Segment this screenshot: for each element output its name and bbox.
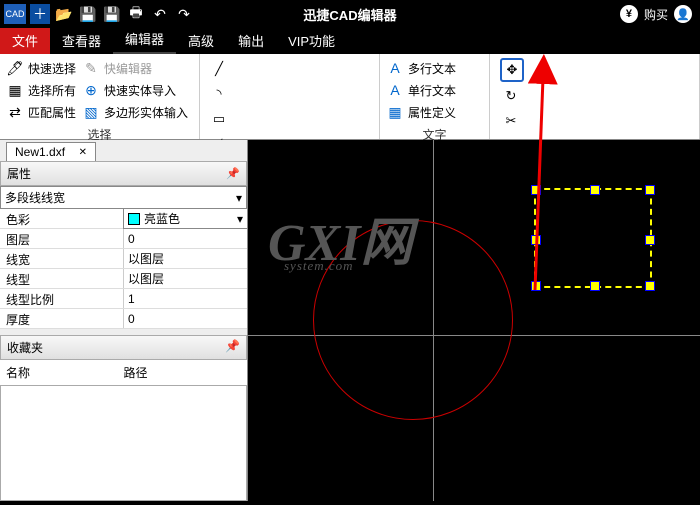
match-icon: ⇄	[6, 103, 24, 121]
stext-button[interactable]: A单行文本	[384, 80, 485, 100]
attdef-button[interactable]: ▦属性定义	[384, 102, 485, 122]
print-icon[interactable]: 🖶	[126, 4, 146, 24]
fav-col-path: 路径	[124, 364, 242, 381]
poly-icon: ▧	[82, 103, 100, 121]
redo-icon[interactable]: ↷	[174, 4, 194, 24]
props-panel-header: 属性 📌	[0, 161, 247, 186]
prop-val-lw[interactable]: 以图层	[124, 249, 247, 268]
currency-icon[interactable]: ¥	[620, 5, 638, 23]
workspace: New1.dxf ✕ 属性 📌 多段线线宽 ▾ 色彩 亮蓝色 ▾ 图层 0	[0, 140, 700, 501]
mtext-icon: A	[386, 59, 404, 77]
new-icon[interactable]: ＋	[30, 4, 50, 24]
save-icon[interactable]: 💾	[78, 4, 98, 24]
prop-val-lt[interactable]: 以图层	[124, 269, 247, 288]
buy-link[interactable]: 购买	[644, 6, 668, 23]
tab-vip[interactable]: VIP功能	[276, 27, 347, 54]
prop-val-color[interactable]: 亮蓝色 ▾	[123, 208, 248, 229]
favorites-header: 收藏夹 📌	[0, 335, 247, 360]
prop-val-lts[interactable]: 1	[124, 289, 247, 308]
title-bar: CAD ＋ 📂 💾 💾 🖶 ↶ ↷ 迅捷CAD编辑器 ¥ 购买 👤	[0, 0, 700, 28]
open-icon[interactable]: 📂	[54, 4, 74, 24]
prop-val-thick[interactable]: 0	[124, 309, 247, 328]
favorites-body[interactable]	[0, 385, 247, 501]
close-icon[interactable]: ✕	[79, 147, 87, 158]
stext-icon: A	[386, 81, 404, 99]
grip-nw[interactable]	[531, 185, 541, 195]
rect-icon[interactable]: ▭	[208, 108, 230, 130]
selectall-icon: ▦	[6, 81, 24, 99]
props-filter-dropdown[interactable]: 多段线线宽 ▾	[0, 186, 247, 209]
rotate-icon[interactable]: ↻	[500, 85, 522, 107]
prop-key-lt: 线型	[0, 269, 124, 288]
quick-editor-button: ✎快编辑器	[80, 58, 154, 78]
import-icon: ⊕	[82, 81, 100, 99]
drawing-canvas[interactable]	[248, 140, 700, 501]
tab-advanced[interactable]: 高级	[176, 27, 226, 54]
left-panel: New1.dxf ✕ 属性 📌 多段线线宽 ▾ 色彩 亮蓝色 ▾ 图层 0	[0, 140, 248, 501]
polyshape-input-button[interactable]: ▧多边形实体输入	[80, 102, 190, 122]
file-tab-label: New1.dxf	[15, 145, 65, 159]
app-logo-icon: CAD	[4, 4, 26, 24]
edit-icon: ✎	[82, 59, 100, 77]
line-icon[interactable]: ╱	[208, 58, 230, 80]
ribbon: 🖊快速选择 ✎快编辑器 ▦选择所有 ⊕快速实体导入 ⇄匹配属性 ▧多边形实体输入…	[0, 54, 700, 140]
props-table: 色彩 亮蓝色 ▾ 图层 0 线宽 以图层 线型 以图层 线型比例	[0, 209, 247, 329]
prop-key-lts: 线型比例	[0, 289, 124, 308]
quick-entity-import-button[interactable]: ⊕快速实体导入	[80, 80, 178, 100]
prop-key-lw: 线宽	[0, 249, 124, 268]
select-all-button[interactable]: ▦选择所有	[4, 80, 78, 100]
color-swatch-icon	[128, 213, 140, 225]
wand-icon: 🖊	[6, 59, 24, 77]
prop-key-thick: 厚度	[0, 309, 124, 328]
grip-ne[interactable]	[645, 185, 655, 195]
selected-rectangle[interactable]	[534, 188, 652, 288]
grip-se[interactable]	[645, 281, 655, 291]
tab-viewer[interactable]: 查看器	[50, 27, 113, 54]
user-icon[interactable]: 👤	[674, 5, 692, 23]
quick-select-button[interactable]: 🖊快速选择	[4, 58, 78, 78]
tab-editor[interactable]: 编辑器	[113, 25, 176, 54]
prop-key-color: 色彩	[0, 209, 124, 228]
prop-key-layer: 图层	[0, 229, 124, 248]
grip-n[interactable]	[590, 185, 600, 195]
tab-file[interactable]: 文件	[0, 27, 50, 54]
pin-icon[interactable]: 📌	[226, 167, 240, 180]
app-title: 迅捷CAD编辑器	[303, 5, 396, 24]
watermark-sub: system.com	[284, 258, 354, 274]
grip-s[interactable]	[590, 281, 600, 291]
undo-icon[interactable]: ↶	[150, 4, 170, 24]
grip-w[interactable]	[531, 235, 541, 245]
match-props-button[interactable]: ⇄匹配属性	[4, 102, 78, 122]
chevron-down-icon: ▾	[237, 212, 243, 226]
grip-e[interactable]	[645, 235, 655, 245]
move-icon[interactable]: ✥	[500, 58, 524, 82]
file-tab[interactable]: New1.dxf ✕	[6, 142, 96, 161]
menu-bar: 文件 查看器 编辑器 高级 输出 VIP功能	[0, 28, 700, 54]
saveall-icon[interactable]: 💾	[102, 4, 122, 24]
mtext-button[interactable]: A多行文本	[384, 58, 485, 78]
grip-sw[interactable]	[531, 281, 541, 291]
favorites-columns: 名称 路径	[0, 360, 247, 385]
prop-val-layer[interactable]: 0	[124, 229, 247, 248]
chevron-down-icon: ▾	[236, 191, 242, 205]
attdef-icon: ▦	[386, 103, 404, 121]
arc-icon[interactable]: ◝	[208, 83, 230, 105]
tab-output[interactable]: 输出	[226, 27, 276, 54]
fav-col-name: 名称	[6, 364, 124, 381]
trim-icon[interactable]: ✂	[500, 110, 522, 132]
pin-icon[interactable]: 📌	[225, 339, 240, 356]
